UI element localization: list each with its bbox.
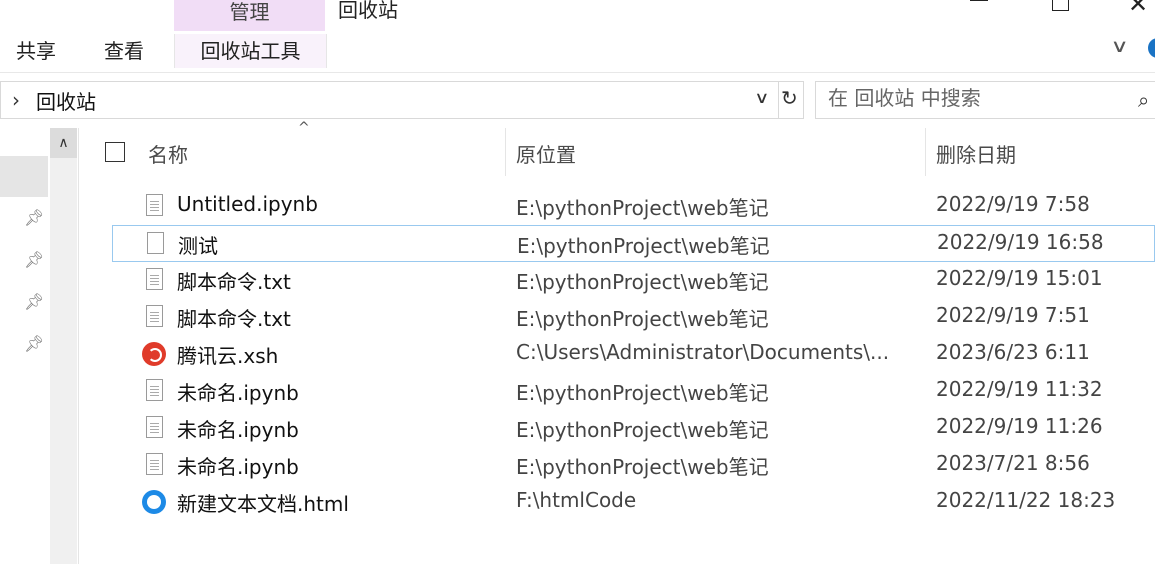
window-title: 回收站 (338, 0, 398, 22)
file-deleted-date: 2022/9/19 11:32 (936, 377, 1103, 401)
maximize-button[interactable] (1052, 0, 1069, 11)
ribbon-expand-chevron-icon[interactable]: ∨ (1110, 36, 1128, 57)
file-row[interactable]: 未命名.ipynb E:\pythonProject\web笔记 2022/9/19… (112, 373, 1155, 410)
sort-ascending-icon: ^ (298, 120, 310, 136)
file-name: 脚本命令.txt (177, 307, 291, 331)
pin-icon: 📌︎ (24, 208, 45, 227)
tab-share[interactable]: 共享 (16, 34, 56, 68)
file-original-location: E:\pythonProject\web笔记 (516, 455, 769, 479)
pane-divider[interactable] (78, 128, 79, 564)
pin-icon: 📌︎ (24, 292, 45, 311)
file-deleted-date: 2022/9/19 15:01 (936, 266, 1103, 290)
browser-html-icon (142, 490, 166, 514)
file-deleted-date: 2022/9/19 7:51 (936, 303, 1090, 327)
document-icon (146, 194, 166, 218)
document-icon (146, 379, 166, 403)
file-deleted-date: 2022/11/22 18:23 (936, 488, 1116, 512)
xshell-icon (142, 342, 166, 366)
help-icon[interactable] (1148, 38, 1155, 58)
file-name: 未命名.ipynb (177, 455, 299, 479)
nav-scrollbar[interactable] (50, 128, 77, 564)
address-history-dropdown-icon[interactable]: ∨ (754, 88, 769, 107)
address-separator (778, 82, 779, 118)
file-row[interactable]: Untitled.ipynb E:\pythonProject\web笔记 2022… (112, 188, 1155, 225)
file-name: Untitled.ipynb (177, 192, 318, 216)
search-input[interactable] (828, 86, 1128, 110)
address-bar[interactable] (0, 81, 804, 119)
file-deleted-date: 2022/9/19 16:58 (937, 230, 1104, 254)
scroll-up-icon[interactable]: ∧ (50, 128, 77, 158)
file-deleted-date: 2022/9/19 11:26 (936, 414, 1103, 438)
search-icon[interactable]: ⌕ (1138, 88, 1149, 112)
file-original-location: E:\pythonProject\web笔记 (516, 196, 769, 220)
select-all-checkbox[interactable] (105, 142, 125, 162)
file-row[interactable]: 未命名.ipynb E:\pythonProject\web笔记 2023/7/21… (112, 447, 1155, 484)
file-original-location: E:\pythonProject\web笔记 (516, 270, 769, 294)
pin-icon: 📌︎ (24, 334, 45, 353)
file-original-location: E:\pythonProject\web笔记 (516, 418, 769, 442)
file-row[interactable]: 未命名.ipynb E:\pythonProject\web笔记 2022/9/19… (112, 410, 1155, 447)
blank-file-icon (147, 232, 167, 256)
file-original-location: F:\htmlCode (516, 488, 637, 512)
column-resize-handle[interactable] (925, 128, 926, 176)
tab-view[interactable]: 查看 (104, 34, 144, 68)
file-name: 未命名.ipynb (177, 381, 299, 405)
column-header-location[interactable]: 原位置 (516, 139, 576, 168)
file-name: 新建文本文档.html (177, 492, 349, 516)
file-original-location: E:\pythonProject\web笔记 (516, 381, 769, 405)
tab-recycle-bin-tools[interactable]: 回收站工具 (174, 34, 327, 68)
pin-icon: 📌︎ (24, 250, 45, 269)
breadcrumb[interactable]: 回收站 (36, 86, 96, 115)
ribbon-divider (0, 72, 1155, 73)
manage-tab-label: 管理 (229, 0, 270, 24)
file-name: 腾讯云.xsh (177, 344, 279, 368)
file-row[interactable]: 脚本命令.txt E:\pythonProject\web笔记 2022/9/19 … (112, 299, 1155, 336)
file-row[interactable]: 新建文本文档.html F:\htmlCode 2022/11/22 18:23 (112, 484, 1155, 521)
text-file-icon (146, 305, 166, 329)
file-deleted-date: 2023/6/23 6:11 (936, 340, 1090, 364)
close-button[interactable]: ✕ (1128, 0, 1148, 18)
file-row[interactable]: 脚本命令.txt E:\pythonProject\web笔记 2022/9/19 … (112, 262, 1155, 299)
minimize-button[interactable] (970, 0, 992, 8)
file-name: 脚本命令.txt (177, 270, 291, 294)
manage-context-tab[interactable]: 管理 (174, 0, 325, 31)
file-name: 未命名.ipynb (177, 418, 299, 442)
refresh-icon[interactable]: ↻ (781, 86, 798, 110)
column-header-date[interactable]: 删除日期 (936, 139, 1016, 168)
text-file-icon (146, 268, 166, 292)
file-original-location: C:\Users\Administrator\Documents\... (516, 340, 890, 364)
file-original-location: E:\pythonProject\web笔记 (517, 234, 770, 258)
column-resize-handle[interactable] (505, 128, 506, 176)
file-deleted-date: 2022/9/19 7:58 (936, 192, 1090, 216)
document-icon (146, 453, 166, 477)
file-deleted-date: 2023/7/21 8:56 (936, 451, 1090, 475)
file-original-location: E:\pythonProject\web笔记 (516, 307, 769, 331)
file-name: 测试 (178, 234, 218, 258)
column-header-name[interactable]: 名称 (148, 139, 188, 168)
document-icon (146, 416, 166, 440)
file-row[interactable]: 测试 E:\pythonProject\web笔记 2022/9/19 16:58 (112, 225, 1155, 262)
nav-item-selected[interactable] (0, 156, 48, 197)
file-row[interactable]: 腾讯云.xsh C:\Users\Administrator\Documents\… (112, 336, 1155, 373)
breadcrumb-chevron-icon[interactable]: › (12, 88, 20, 112)
